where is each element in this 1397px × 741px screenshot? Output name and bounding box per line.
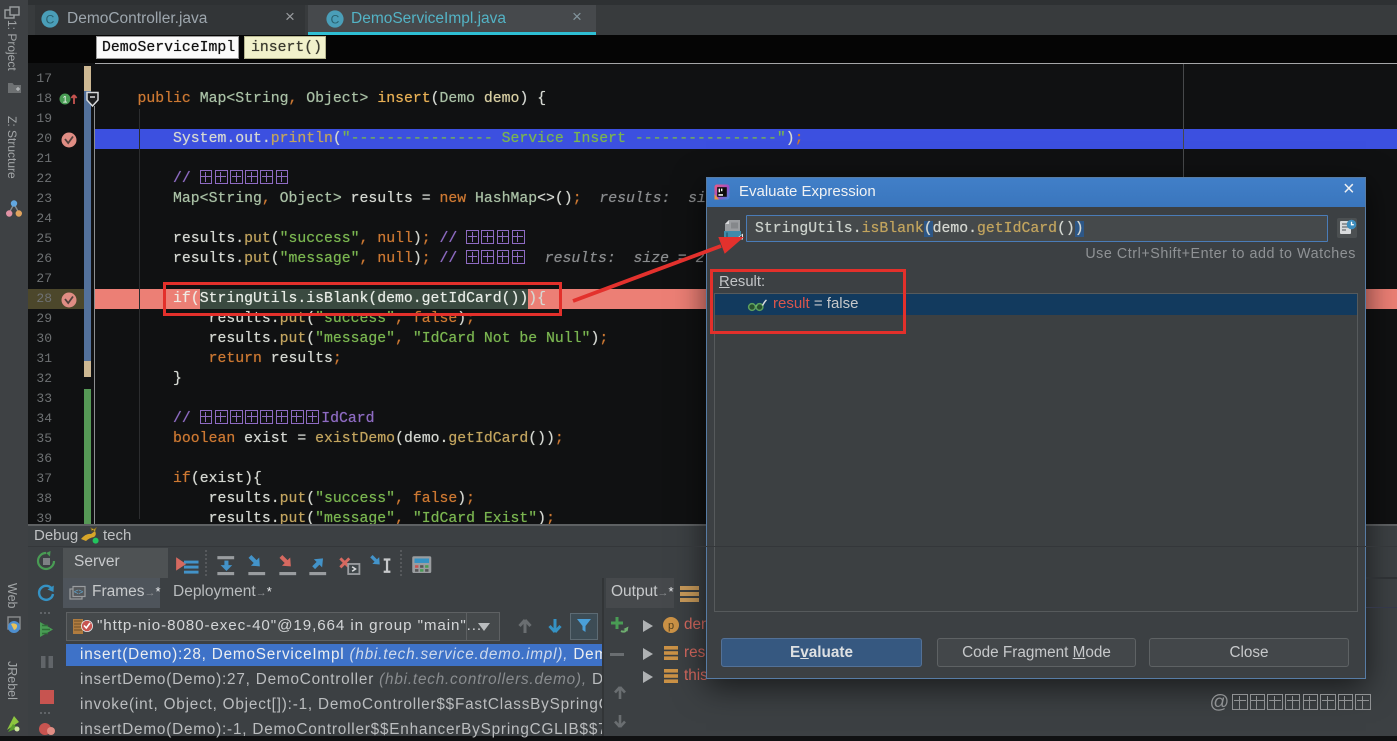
- svg-text:p: p: [668, 620, 674, 632]
- svg-text:1: 1: [62, 95, 67, 105]
- svg-text:C: C: [46, 13, 55, 27]
- svg-text:<>: <>: [74, 588, 84, 597]
- svg-text:C: C: [331, 13, 340, 27]
